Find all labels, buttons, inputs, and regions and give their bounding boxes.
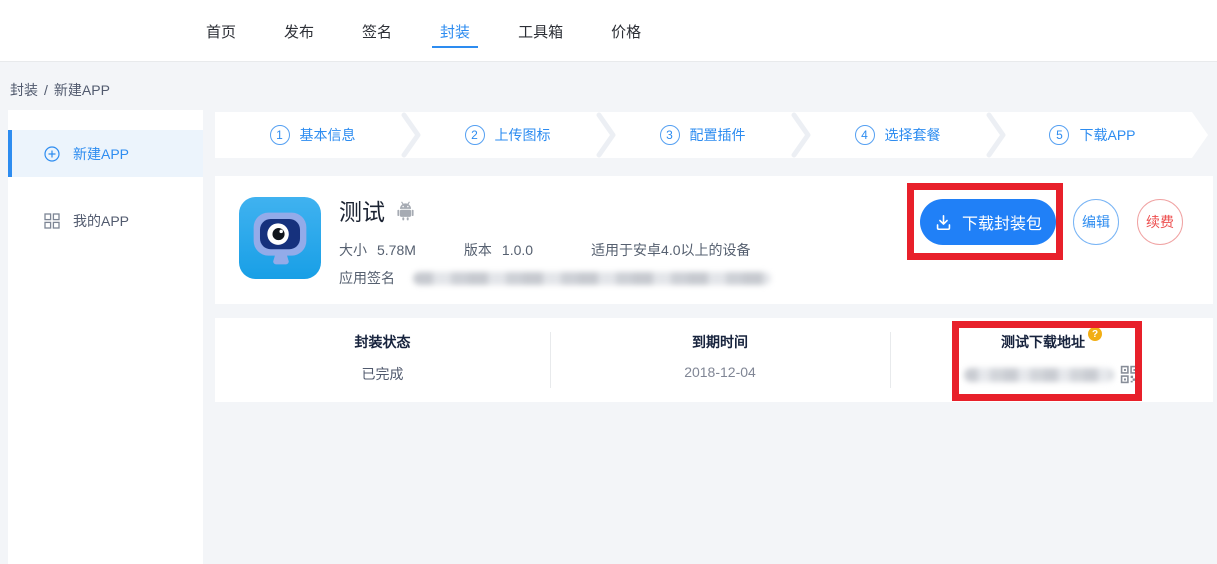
main-nav: 首页 发布 签名 封装 工具箱 价格 (206, 0, 689, 62)
step-label: 下载APP (1079, 125, 1135, 145)
version-label: 版本 (464, 240, 492, 260)
edit-button[interactable]: 编辑 (1073, 199, 1119, 245)
size-value: 5.78M (377, 242, 416, 258)
download-address-header: 测试下载地址 (1001, 332, 1085, 352)
step-number-badge: 1 (270, 125, 290, 145)
download-package-button[interactable]: 下载封装包 (920, 199, 1056, 245)
step-number-badge: 3 (660, 125, 680, 145)
step-number-badge: 4 (855, 125, 875, 145)
page: 首页 发布 签名 封装 工具箱 价格 封装 / 新建APP 新建APP (0, 0, 1217, 564)
breadcrumb-separator: / (44, 82, 48, 98)
signature-row: 应用签名 (339, 268, 771, 288)
download-url-redacted[interactable] (964, 368, 1114, 382)
status-header: 封装状态 (215, 332, 550, 352)
version-value: 1.0.0 (502, 242, 533, 258)
breadcrumb: 封装 / 新建APP (10, 80, 116, 100)
breadcrumb-section[interactable]: 封装 (10, 82, 38, 98)
signature-redacted-value (413, 272, 771, 285)
step-number-badge: 2 (465, 125, 485, 145)
plus-circle-icon (44, 146, 60, 162)
download-button-label: 下载封装包 (962, 210, 1042, 234)
step-configure-plugin: 3 配置插件 (605, 112, 800, 158)
grid-icon (44, 213, 60, 229)
renew-button[interactable]: 续费 (1137, 199, 1183, 245)
sidebar-item-label: 新建APP (73, 144, 129, 164)
download-icon (934, 213, 953, 232)
status-value: 已完成 (215, 364, 550, 384)
top-nav-bar: 首页 发布 签名 封装 工具箱 价格 (0, 0, 1217, 62)
breadcrumb-current: 新建APP (54, 82, 110, 98)
nav-item-package[interactable]: 封装 (440, 0, 470, 62)
sidebar-item-label: 我的APP (73, 211, 129, 231)
expiry-header: 到期时间 (550, 332, 890, 352)
step-label: 选择套餐 (885, 125, 941, 145)
download-address-column: 测试下载地址 ? (890, 318, 1213, 402)
step-number-badge: 5 (1049, 125, 1069, 145)
size-label: 大小 (339, 240, 367, 260)
signature-label: 应用签名 (339, 268, 395, 288)
nav-item-toolbox[interactable]: 工具箱 (518, 0, 563, 62)
status-column: 封装状态 已完成 (215, 318, 550, 402)
app-logo (239, 197, 321, 279)
status-table-card: 封装状态 已完成 到期时间 2018-12-04 测试下载地址 ? (215, 318, 1213, 402)
nav-item-publish[interactable]: 发布 (284, 0, 314, 62)
step-basic-info: 1 基本信息 (215, 112, 410, 158)
sidebar-item-new-app[interactable]: 新建APP (8, 130, 203, 177)
steps-bar: 1 基本信息 2 上传图标 3 配置插件 4 选择套餐 5 下载APP (215, 112, 1208, 158)
expiry-column: 到期时间 2018-12-04 (550, 318, 890, 402)
app-info: 测试 大小 5.78M (339, 193, 771, 288)
question-icon[interactable]: ? (1088, 327, 1102, 341)
sidebar-item-my-app[interactable]: 我的APP (8, 197, 203, 244)
step-upload-icon: 2 上传图标 (410, 112, 605, 158)
step-label: 上传图标 (495, 125, 551, 145)
sidebar: 新建APP 我的APP (8, 110, 203, 564)
step-label: 基本信息 (300, 125, 356, 145)
app-card: 测试 大小 5.78M (215, 176, 1213, 304)
qrcode-icon[interactable] (1120, 365, 1139, 384)
nav-item-price[interactable]: 价格 (611, 0, 641, 62)
expiry-value: 2018-12-04 (550, 364, 890, 380)
step-choose-plan: 4 选择套餐 (800, 112, 995, 158)
step-download-app: 5 下载APP (995, 112, 1190, 158)
nav-item-home[interactable]: 首页 (206, 0, 236, 62)
nav-item-sign[interactable]: 签名 (362, 0, 392, 62)
app-name: 测试 (339, 193, 385, 227)
step-label: 配置插件 (690, 125, 746, 145)
android-icon (396, 200, 415, 221)
compat-note: 适用于安卓4.0以上的设备 (591, 240, 750, 260)
app-meta: 大小 5.78M 版本 1.0.0 适用于安卓4.0以上的设备 (339, 240, 771, 260)
